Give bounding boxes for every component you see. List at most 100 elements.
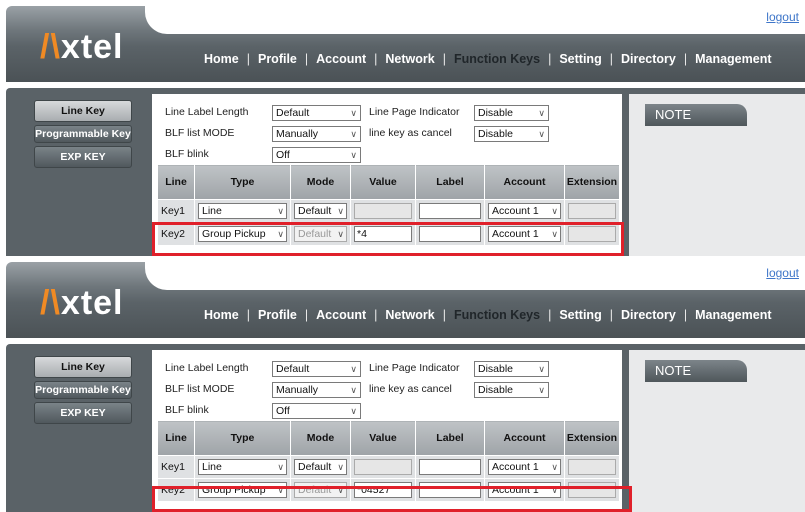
chevron-down-icon: ∨ — [551, 462, 558, 472]
extension-input[interactable] — [568, 459, 616, 475]
account-select[interactable]: Account 1 ∨ — [488, 203, 561, 219]
value-input[interactable] — [354, 203, 412, 219]
note-tab: NOTE — [645, 360, 747, 382]
chevron-down-icon: ∨ — [277, 206, 284, 216]
chevron-down-icon: ∨ — [350, 150, 357, 160]
chevron-down-icon: ∨ — [350, 129, 357, 139]
chevron-down-icon: ∨ — [277, 462, 284, 472]
table-row-key1: Key1 Line ∨ Default ∨ Account 1 ∨ — [157, 455, 620, 479]
chevron-down-icon: ∨ — [350, 364, 357, 374]
chevron-down-icon: ∨ — [350, 108, 357, 118]
chevron-down-icon: ∨ — [350, 406, 357, 416]
line-label-length-select[interactable]: Default ∨ — [272, 105, 361, 121]
line-page-indicator-label: Line Page Indicator — [369, 362, 460, 374]
type-select[interactable]: Line ∨ — [198, 459, 287, 475]
column-header-line: Line — [157, 164, 195, 200]
column-header-value: Value — [350, 164, 416, 200]
chevron-down-icon: ∨ — [337, 462, 344, 472]
screenshot-after: /\xtel logout Home | Profile | Account | Ne… — [0, 256, 805, 512]
axtel-logo: /\xtel — [40, 284, 124, 322]
blf-blink-select[interactable]: Off ∨ — [272, 403, 361, 419]
column-header-mode: Mode — [290, 164, 351, 200]
nav-account[interactable]: Account — [308, 52, 374, 66]
line-label-length-label: Line Label Length — [165, 106, 249, 118]
line-key-as-cancel-label: line key as cancel — [369, 127, 452, 139]
label-input[interactable] — [419, 459, 481, 475]
nav-function-keys[interactable]: Function Keys — [446, 308, 548, 322]
logout-link[interactable]: logout — [766, 10, 799, 24]
line-key-as-cancel-select[interactable]: Disable ∨ — [474, 382, 549, 398]
nav-home[interactable]: Home — [196, 308, 247, 322]
blf-blink-select[interactable]: Off ∨ — [272, 147, 361, 163]
value-input[interactable] — [354, 459, 412, 475]
sidebar-item-programmable-key[interactable]: Programmable Key — [34, 125, 132, 143]
blf-list-mode-select[interactable]: Manually ∨ — [272, 382, 361, 398]
sidebar-item-exp-key[interactable]: EXP KEY — [34, 146, 132, 168]
line-label-length-select[interactable]: Default ∨ — [272, 361, 361, 377]
sidebar-item-programmable-key[interactable]: Programmable Key — [34, 381, 132, 399]
column-header-label: Label — [415, 164, 485, 200]
axtel-logo: /\xtel — [40, 28, 124, 66]
screenshot-before: /\xtel logout Home | Profile | Account | Ne… — [0, 0, 805, 256]
nav-network[interactable]: Network — [377, 52, 442, 66]
blf-blink-label: BLF blink — [165, 148, 209, 160]
chevron-down-icon: ∨ — [538, 385, 545, 395]
nav-management[interactable]: Management — [687, 52, 779, 66]
highlight-box — [152, 486, 632, 512]
sidebar-item-exp-key[interactable]: EXP KEY — [34, 402, 132, 424]
extension-input[interactable] — [568, 203, 616, 219]
blf-list-mode-select[interactable]: Manually ∨ — [272, 126, 361, 142]
nav-profile[interactable]: Profile — [250, 308, 305, 322]
mode-select[interactable]: Default ∨ — [294, 203, 347, 219]
column-header-extension: Extension — [564, 420, 620, 456]
type-select[interactable]: Line ∨ — [198, 203, 287, 219]
chevron-down-icon: ∨ — [551, 206, 558, 216]
chevron-down-icon: ∨ — [337, 206, 344, 216]
nav-profile[interactable]: Profile — [250, 52, 305, 66]
nav-home[interactable]: Home — [196, 52, 247, 66]
column-header-account: Account — [484, 164, 565, 200]
logout-link[interactable]: logout — [766, 266, 799, 280]
line-page-indicator-select[interactable]: Disable ∨ — [474, 105, 549, 121]
chevron-down-icon: ∨ — [538, 364, 545, 374]
column-header-type: Type — [194, 164, 291, 200]
nav-management[interactable]: Management — [687, 308, 779, 322]
nav-function-keys[interactable]: Function Keys — [446, 52, 548, 66]
nav-setting[interactable]: Setting — [551, 52, 609, 66]
nav-setting[interactable]: Setting — [551, 308, 609, 322]
sidebar-item-line-key[interactable]: Line Key — [34, 100, 132, 122]
line-cell: Key1 — [157, 455, 195, 479]
line-key-as-cancel-select[interactable]: Disable ∨ — [474, 126, 549, 142]
nav-network[interactable]: Network — [377, 308, 442, 322]
column-header-account: Account — [484, 420, 565, 456]
column-header-type: Type — [194, 420, 291, 456]
line-page-indicator-select[interactable]: Disable ∨ — [474, 361, 549, 377]
line-key-as-cancel-label: line key as cancel — [369, 383, 452, 395]
label-input[interactable] — [419, 203, 481, 219]
blf-list-mode-label: BLF list MODE — [165, 127, 235, 139]
table-header-row: Line Type Mode Value Label Account Exten… — [157, 420, 620, 456]
blf-list-mode-label: BLF list MODE — [165, 383, 235, 395]
main-nav: Home | Profile | Account | Network | Functio… — [196, 52, 780, 66]
chevron-down-icon: ∨ — [350, 385, 357, 395]
nav-directory[interactable]: Directory — [613, 52, 684, 66]
line-cell: Key1 — [157, 199, 195, 223]
main-nav: Home | Profile | Account | Network | Functio… — [196, 308, 780, 322]
chevron-down-icon: ∨ — [538, 129, 545, 139]
column-header-value: Value — [350, 420, 416, 456]
column-header-mode: Mode — [290, 420, 351, 456]
line-page-indicator-label: Line Page Indicator — [369, 106, 460, 118]
highlight-box — [152, 222, 624, 256]
table-header-row: Line Type Mode Value Label Account Exten… — [157, 164, 620, 200]
line-label-length-label: Line Label Length — [165, 362, 249, 374]
account-select[interactable]: Account 1 ∨ — [488, 459, 561, 475]
chevron-down-icon: ∨ — [538, 108, 545, 118]
column-header-line: Line — [157, 420, 195, 456]
nav-directory[interactable]: Directory — [613, 308, 684, 322]
table-row-key1: Key1 Line ∨ Default ∨ Account 1 ∨ — [157, 199, 620, 223]
sidebar: Line Key Programmable Key EXP KEY — [34, 100, 136, 171]
nav-account[interactable]: Account — [308, 308, 374, 322]
sidebar-item-line-key[interactable]: Line Key — [34, 356, 132, 378]
mode-select[interactable]: Default ∨ — [294, 459, 347, 475]
column-header-extension: Extension — [564, 164, 620, 200]
